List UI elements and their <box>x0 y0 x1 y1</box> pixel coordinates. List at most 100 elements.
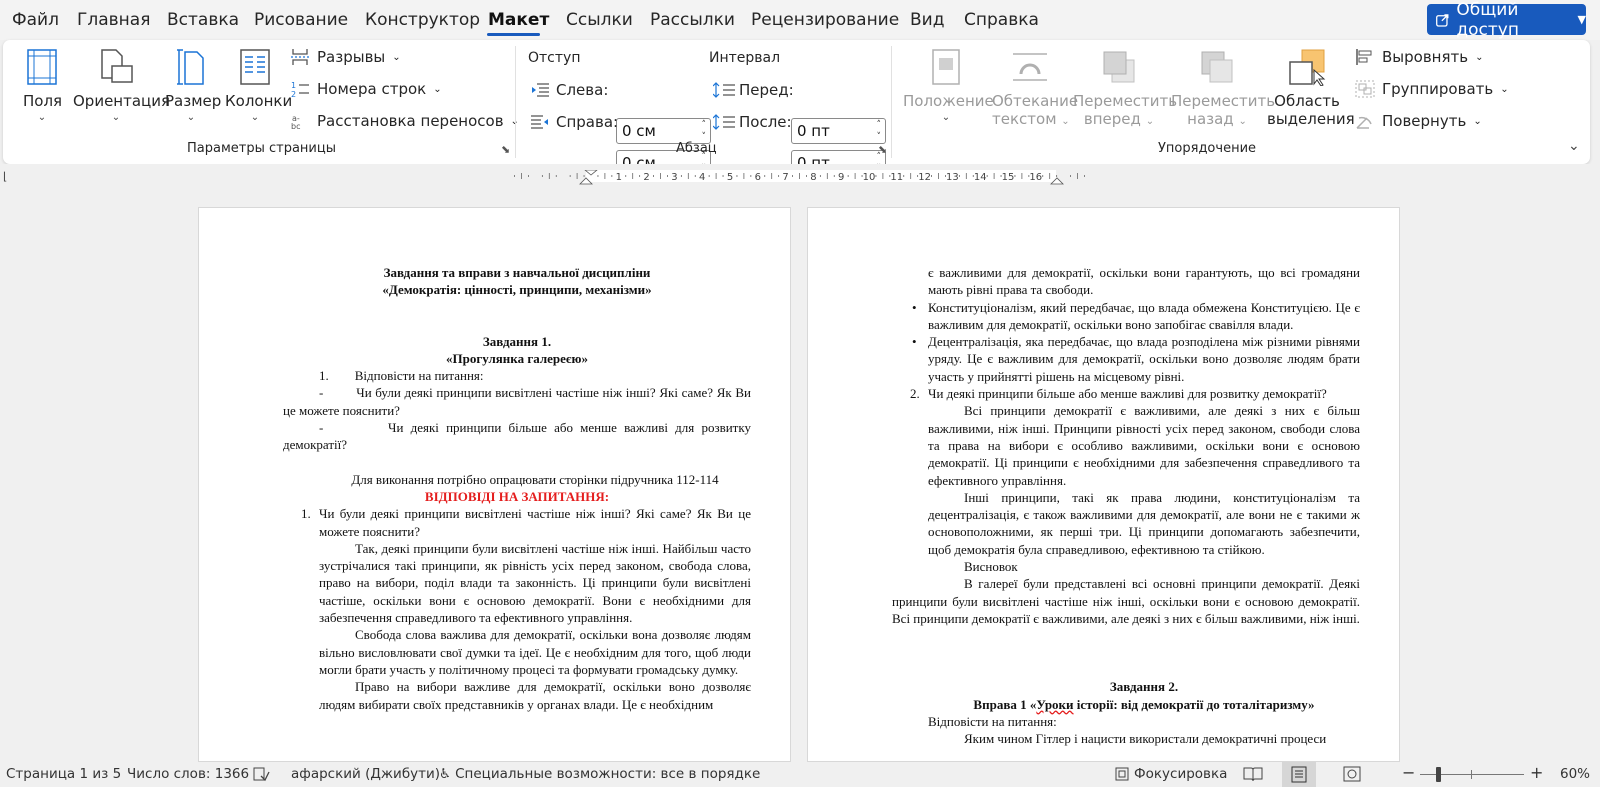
language-indicator[interactable]: афарский (Джибути) <box>291 766 440 782</box>
dialog-launcher-icon[interactable]: ⬊ <box>878 143 887 156</box>
ruler-number: 1 <box>616 172 622 183</box>
tab-draw[interactable]: Рисование <box>254 10 348 30</box>
align-icon <box>1356 49 1372 65</box>
hyphenation-button[interactable]: a-bc Расстановка переносов⌄ <box>290 112 519 130</box>
ruler-number: 8 <box>810 172 816 183</box>
selection-pane-button[interactable]: Область выделения <box>1267 48 1355 128</box>
accessibility-text: Специальные возможности: все в порядке <box>455 766 761 782</box>
dialog-launcher-icon[interactable]: ⬊ <box>501 143 510 156</box>
bullet-item: • Конституціоналізм, який передбачає, що… <box>892 299 1360 334</box>
word-count[interactable]: Число слов: 1366 <box>127 766 249 782</box>
document-page-2[interactable]: є важливими для демократії, оскільки вон… <box>807 207 1400 762</box>
zoom-out-button[interactable]: − <box>1402 763 1415 782</box>
tab-review[interactable]: Рецензирование <box>751 10 899 30</box>
orientation-button[interactable]: Ориентация ⌄ <box>73 48 170 123</box>
tab-help[interactable]: Справка <box>964 10 1039 30</box>
rotate-button[interactable]: Повернуть ⌄ <box>1355 112 1482 130</box>
proofing-icon[interactable] <box>252 766 270 786</box>
task-1-question-1: - Чи були деякі принципи висвітлені част… <box>283 385 751 418</box>
line-numbers-button[interactable]: 12 Номера строк ⌄ <box>290 80 442 98</box>
bring-forward-icon <box>1103 51 1135 83</box>
breaks-button[interactable]: Разрывы ⌄ <box>290 48 401 66</box>
group-button[interactable]: Группировать ⌄ <box>1355 80 1509 98</box>
spinner-arrows-icon[interactable]: ˄˅ <box>702 119 707 143</box>
tab-insert[interactable]: Вставка <box>167 10 239 30</box>
chevron-down-icon: ⌄ <box>250 112 260 123</box>
chevron-down-icon: ⌄ <box>392 51 401 63</box>
page-count[interactable]: Страница 1 из 5 <box>6 766 121 782</box>
rotate-label: Повернуть <box>1382 112 1467 130</box>
read-mode-icon[interactable] <box>1243 766 1263 786</box>
group-icon <box>1355 80 1375 98</box>
columns-button[interactable]: Колонки ⌄ <box>225 48 292 123</box>
conclusion-paragraph: В галереї були представлені всі основні … <box>892 576 1360 626</box>
tab-home[interactable]: Главная <box>77 10 150 30</box>
indent-left-icon <box>532 83 549 97</box>
horizontal-ruler[interactable]: 1 2 3 4 5 6 7 8 9 10 11 12 13 14 15 16 <box>502 170 1092 190</box>
task-1-item: 1. Відповісти на питання: <box>319 368 484 384</box>
size-button[interactable]: Размер ⌄ <box>165 48 221 123</box>
print-layout-icon[interactable] <box>1282 762 1316 787</box>
position-label: Положение <box>903 92 994 110</box>
bullet-item: • Децентралізація, яка передбачає, що вл… <box>892 333 1360 385</box>
spacing-before: Перед: <box>713 81 794 99</box>
align-button[interactable]: Выровнять ⌄ <box>1355 48 1483 66</box>
tab-layout[interactable]: Макет <box>488 10 549 30</box>
indent-right: Справа: <box>531 113 618 131</box>
document-page-1[interactable]: Завдання та вправи з навчальної дисциплі… <box>198 207 791 762</box>
tab-view[interactable]: Вид <box>910 10 944 30</box>
line-numbers-label: Номера строк <box>317 80 427 98</box>
ribbon: Поля ⌄ Ориентация ⌄ Размер ⌄ Колонки ⌄ Р… <box>3 40 1590 176</box>
chevron-down-icon: ⌄ <box>186 112 196 123</box>
share-button[interactable]: Общий доступ ▼ <box>1427 0 1586 40</box>
doc-title-line-1: Завдання та вправи з навчальної дисциплі… <box>383 265 651 280</box>
zoom-in-button[interactable]: + <box>1530 763 1543 782</box>
task-2-title: Завдання 2. <box>1109 679 1179 695</box>
selection-pane-label-2: выделения <box>1267 110 1355 128</box>
spinner-arrows-icon[interactable]: ˄˅ <box>877 119 882 143</box>
bring-forward-button[interactable]: Переместить вперед ⌄ <box>1073 48 1177 128</box>
task-1-subtitle: «Прогулянка галереєю» <box>446 350 588 366</box>
spelling-error-word[interactable]: Уроки <box>1036 697 1073 712</box>
chevron-down-icon: ⌄ <box>1061 116 1070 127</box>
zoom-slider-thumb[interactable] <box>1436 767 1441 782</box>
tab-stop-selector-icon[interactable]: ⌊ <box>3 170 7 183</box>
bullet-continuation: є важливими для демократії, оскільки вон… <box>928 265 1360 298</box>
web-layout-icon[interactable] <box>1343 766 1361 786</box>
tab-references[interactable]: Ссылки <box>566 10 633 30</box>
ruler-number: 3 <box>671 172 677 183</box>
tab-mailings[interactable]: Рассылки <box>650 10 735 30</box>
task-1-title: Завдання 1. <box>482 333 552 349</box>
collapse-ribbon-icon[interactable]: ⌄ <box>1568 138 1580 154</box>
bring-forward-label-1: Переместить <box>1073 92 1178 110</box>
position-button[interactable]: Положение ⌄ <box>903 48 994 123</box>
orientation-label: Ориентация <box>73 92 171 110</box>
columns-icon <box>240 49 270 85</box>
accessibility-status[interactable]: ♿ Специальные возможности: все в порядке <box>439 766 760 782</box>
svg-text:1: 1 <box>291 81 296 90</box>
chevron-down-icon: ⌄ <box>1475 51 1484 63</box>
indent-right-icon <box>531 115 548 129</box>
status-bar: Страница 1 из 5 Число слов: 1366 афарски… <box>0 762 1600 787</box>
wrap-text-label-2: текстом <box>992 110 1057 128</box>
tab-design[interactable]: Конструктор <box>365 10 480 30</box>
ruler-number: 2 <box>643 172 649 183</box>
spacing-before-icon <box>713 82 735 98</box>
margins-button[interactable]: Поля ⌄ <box>23 48 62 123</box>
svg-text:bc: bc <box>291 122 300 130</box>
breaks-icon <box>291 49 309 65</box>
send-backward-button[interactable]: Переместить назад ⌄ <box>1171 48 1275 128</box>
wrap-text-button[interactable]: Обтекание текстом ⌄ <box>992 48 1078 128</box>
task-1-question-2: - Чи деякі принципи більше або менше важ… <box>283 420 751 453</box>
spacing-before-input[interactable]: 0 пт ˄ ˅ <box>791 118 886 144</box>
tab-file[interactable]: Файл <box>12 10 59 30</box>
exercise-1-question-cut: Яким чином Гітлер і нацисти використали … <box>964 731 1327 747</box>
spacing-label: Интервал <box>709 50 781 66</box>
focus-icon <box>1115 767 1129 781</box>
zoom-level[interactable]: 60% <box>1560 766 1590 782</box>
ruler-number: 14 <box>974 172 987 183</box>
focus-mode-button[interactable]: Фокусировка <box>1114 766 1227 782</box>
send-backward-icon <box>1201 51 1233 83</box>
exercise-1-title-part: історії: від демократії до тоталітаризму… <box>1073 696 1315 712</box>
group-label: Группировать <box>1382 80 1494 98</box>
